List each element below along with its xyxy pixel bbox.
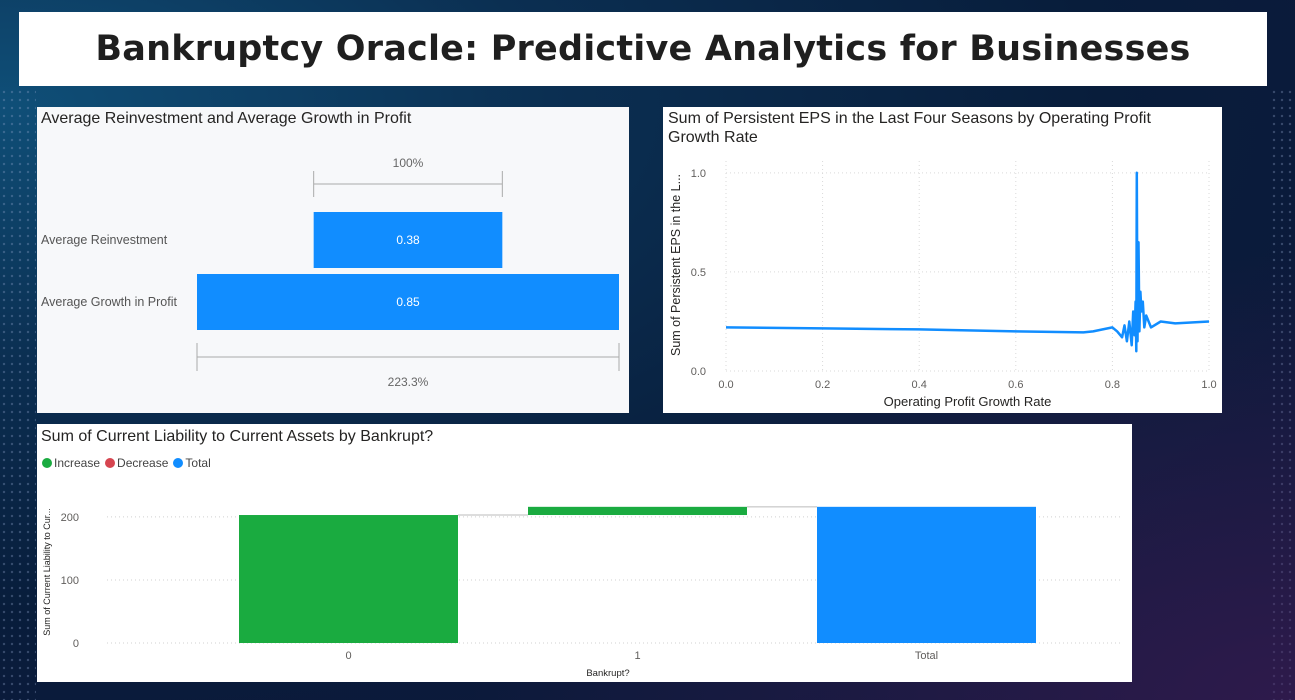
funnel-value-label-1: 0.85 xyxy=(396,295,420,309)
line-x-tick-1: 0.2 xyxy=(815,379,830,391)
line-x-tick-4: 0.8 xyxy=(1105,379,1120,391)
wf-y-tick-2: 200 xyxy=(61,512,79,524)
legend-item-increase[interactable]: Increase xyxy=(42,456,100,470)
line-y-tick-2: 1.0 xyxy=(691,168,706,180)
legend-label-decrease: Decrease xyxy=(117,456,169,470)
dot-texture-left xyxy=(0,88,36,700)
legend-dot-decrease xyxy=(105,458,116,468)
funnel-chart-panel[interactable]: Average Reinvestment and Average Growth … xyxy=(37,107,629,413)
wf-x-tick-2: Total xyxy=(915,650,938,662)
wf-x-axis-label: Bankrupt? xyxy=(586,668,629,679)
line-chart: 0.0 0.5 1.0 0.0 0.2 0.4 0.6 0.8 1.0 Operating Pro… xyxy=(669,161,1217,409)
wf-y-tick-0: 0 xyxy=(73,638,79,650)
line-x-tick-2: 0.4 xyxy=(912,379,927,391)
wf-y-tick-1: 100 xyxy=(61,575,79,587)
wf-x-tick-0: 0 xyxy=(345,650,351,662)
line-x-tick-3: 0.6 xyxy=(1008,379,1023,391)
waterfall-legend: Increase Decrease Total xyxy=(42,456,216,470)
legend-label-total: Total xyxy=(185,456,211,470)
funnel-top-percent-label: 100% xyxy=(393,156,424,170)
funnel-category-label-1: Average Growth in Profit xyxy=(41,295,177,309)
legend-dot-total xyxy=(173,458,184,468)
legend-label-increase: Increase xyxy=(54,456,101,470)
page-title: Bankruptcy Oracle: Predictive Analytics … xyxy=(95,29,1191,69)
line-y-axis-label: Sum of Persistent EPS in the L... xyxy=(669,174,683,356)
line-chart-panel[interactable]: Sum of Persistent EPS in the Last Four S… xyxy=(663,107,1222,413)
line-x-tick-0: 0.0 xyxy=(718,379,733,391)
line-series-path xyxy=(725,171,1210,353)
wf-bar-2 xyxy=(817,506,1036,643)
line-y-tick-1: 0.5 xyxy=(691,267,706,279)
legend-item-decrease[interactable]: Decrease xyxy=(105,456,168,470)
wf-y-axis-label: Sum of Current Liability to Cur... xyxy=(42,508,52,636)
wf-bar-0 xyxy=(239,515,458,643)
funnel-bottom-percent-label: 223.3% xyxy=(388,375,429,389)
funnel-chart: 100% 0.38 Average Reinvestment 0.85 Average … xyxy=(41,156,620,389)
title-banner: Bankruptcy Oracle: Predictive Analytics … xyxy=(19,12,1267,86)
line-y-tick-0: 0.0 xyxy=(691,366,706,378)
dot-texture-right xyxy=(1270,88,1295,700)
legend-dot-increase xyxy=(42,458,52,468)
legend-item-total[interactable]: Total xyxy=(173,456,211,470)
wf-x-tick-1: 1 xyxy=(634,650,640,662)
funnel-category-label-0: Average Reinvestment xyxy=(41,233,168,247)
wf-bar-1 xyxy=(528,506,747,516)
line-x-tick-5: 1.0 xyxy=(1201,379,1216,391)
funnel-value-label-0: 0.38 xyxy=(396,233,420,247)
line-x-axis-label: Operating Profit Growth Rate xyxy=(884,394,1052,409)
